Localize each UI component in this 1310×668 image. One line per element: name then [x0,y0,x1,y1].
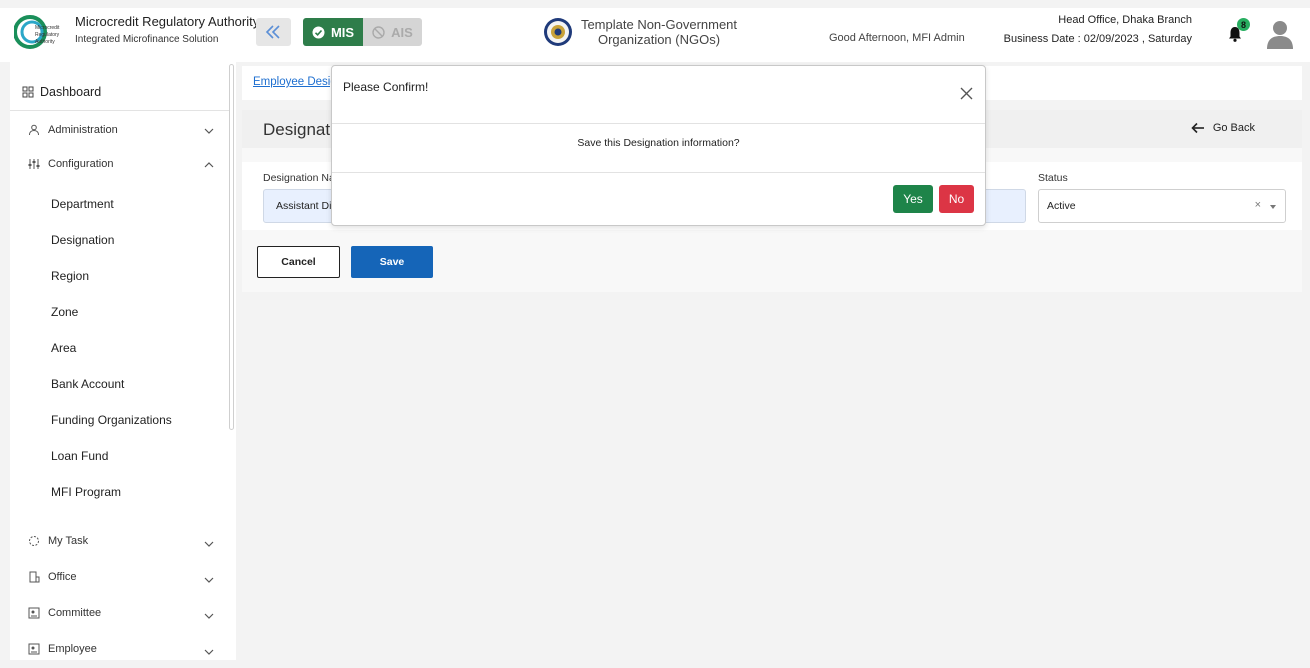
org-name-line1: Template Non-Government [580,17,738,32]
sidebar: Dashboard Administration Configuration D… [10,62,236,660]
notification-badge: 8 [1237,18,1250,31]
logo-text-3: Authority [35,39,55,45]
building-icon [29,571,40,583]
grid-icon [22,86,34,98]
close-icon[interactable] [960,87,973,100]
sidebar-label-administration: Administration [48,124,118,136]
mis-label: MIS [330,24,355,40]
sidebar-scrollbar[interactable] [229,64,234,430]
go-back-label: Go Back [1212,122,1255,134]
sidebar-sub-department[interactable]: Department [51,197,114,211]
sidebar-item-administration[interactable]: Administration [28,124,214,136]
page-title: Designat [263,120,331,139]
dialog-divider [332,172,985,173]
sidebar-sub-loan-fund[interactable]: Loan Fund [51,449,108,463]
dialog-title: Please Confirm! [343,80,429,94]
chevron-down-icon [204,577,214,583]
sidebar-sub-zone[interactable]: Zone [51,305,78,319]
sidebar-divider [10,110,230,111]
sidebar-label-office: Office [48,571,77,583]
logo-text-1: Microcredit [35,25,60,31]
sidebar-label-dashboard: Dashboard [40,85,102,99]
logo-text-2: Regulatory [35,32,60,38]
sidebar-label-employee: Employee [48,643,97,655]
status-selected-value: Active [1047,200,1076,212]
brand-title: Microcredit Regulatory Authority [75,14,260,29]
arrow-left-icon [1191,122,1204,134]
sidebar-item-dashboard[interactable]: Dashboard [22,85,101,99]
user-avatar-icon[interactable] [1266,19,1294,49]
sidebar-item-employee[interactable]: Employee [28,643,214,655]
chevron-down-icon [204,613,214,619]
clear-icon[interactable]: × [1255,199,1261,211]
government-seal-icon [544,18,572,46]
sidebar-item-my-task[interactable]: My Task [28,535,214,547]
sidebar-sub-region[interactable]: Region [51,269,89,283]
users-cog-icon [29,124,39,136]
sidebar-sub-mfi-program[interactable]: MFI Program [51,485,121,499]
business-date: Business Date : 02/09/2023 , Saturday [1003,33,1192,45]
sidebar-sub-area[interactable]: Area [51,341,76,355]
brand-subtitle: Integrated Microfinance Solution [75,34,219,45]
sidebar-label-committee: Committee [48,607,102,619]
sidebar-sub-funding-organizations[interactable]: Funding Organizations [51,413,172,427]
id-card-icon [28,643,40,655]
sidebar-item-committee[interactable]: Committee [28,607,214,619]
chevron-up-icon [204,162,214,168]
mra-logo: Microcredit Regulatory Authority [14,15,60,49]
dialog-divider [332,123,985,124]
cancel-button[interactable]: Cancel [257,246,340,278]
chevron-down-icon [204,649,214,655]
greeting-text: Good Afternoon, MFI Admin [829,32,965,44]
collapse-sidebar-button[interactable] [256,18,291,46]
top-header: Microcredit Regulatory Authority Microcr… [0,0,1310,62]
sidebar-item-office[interactable]: Office [28,571,214,583]
organization-name: Template Non-Government Organization (NG… [578,17,740,47]
ban-icon [372,25,385,39]
spinner-icon [29,536,39,546]
ais-label: AIS [391,24,413,40]
status-select[interactable]: Active × [1038,189,1286,223]
sidebar-item-configuration[interactable]: Configuration [28,158,214,170]
org-name-line2: Organization (NGOs) [597,32,721,47]
save-button[interactable]: Save [351,246,433,278]
mis-toggle-button[interactable]: MIS [303,18,363,46]
double-chevron-left-icon [265,25,280,39]
check-circle-icon [312,26,325,38]
yes-button[interactable]: Yes [893,185,933,213]
sidebar-label-my-task: My Task [48,535,89,547]
go-back-button[interactable]: Go Back [1191,122,1255,134]
sliders-icon [28,159,40,169]
no-button[interactable]: No [939,185,974,213]
dialog-message: Save this Designation information? [577,137,740,149]
designation-name-label: Designation Na [263,172,335,184]
chevron-down-icon [204,128,214,134]
caret-down-icon[interactable] [1270,205,1276,209]
sidebar-label-configuration: Configuration [48,158,114,170]
chevron-down-icon [204,541,214,547]
branch-name: Head Office, Dhaka Branch [1058,14,1192,26]
ais-toggle-button[interactable]: AIS [363,18,422,46]
sidebar-sub-designation[interactable]: Designation [51,233,114,247]
breadcrumb-link-employee-designation[interactable]: Employee Desig [253,76,337,88]
people-icon [28,607,40,619]
sidebar-sub-bank-account[interactable]: Bank Account [51,377,124,391]
confirm-dialog: Please Confirm! Save this Designation in… [331,65,986,226]
status-label: Status [1038,172,1068,184]
